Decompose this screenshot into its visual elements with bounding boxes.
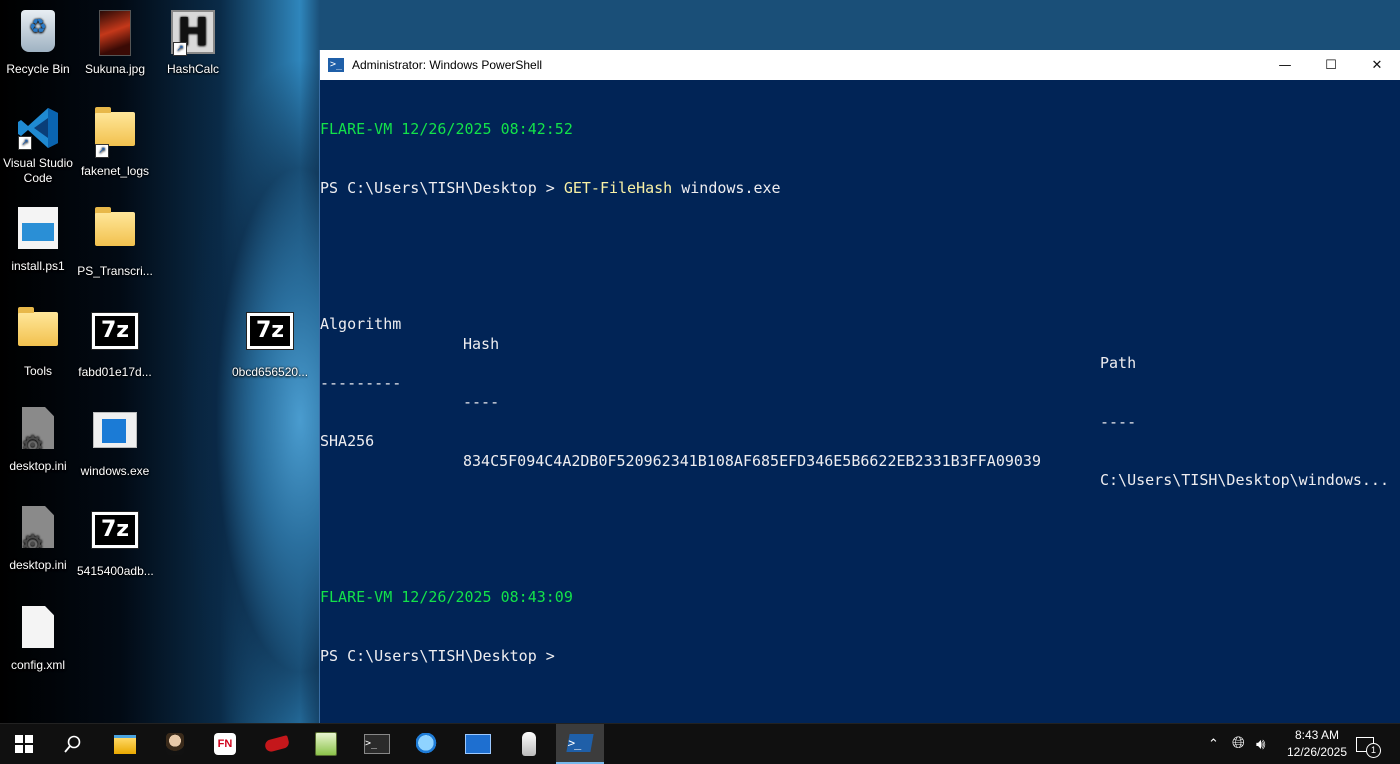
start-button[interactable] [0,724,48,764]
taskbar-gimp[interactable] [151,724,199,764]
desktop-icon-5415400adb[interactable]: 7z 5415400adb... [77,503,153,579]
table-separator-row: --------- ---- ---- [320,354,1400,431]
taskbar-search[interactable] [49,724,97,764]
7zip-archive-icon: 7z [91,511,139,549]
desktop-icon-install-ps1[interactable]: install.ps1 [0,204,76,274]
7zip-archive-icon: 7z [246,312,294,350]
header-algorithm: Algorithm [320,315,402,333]
taskbar-powershell[interactable]: >_ [556,724,604,764]
notification-icon: 1 [1356,736,1381,758]
table-header-row: Algorithm Hash Path [320,296,1400,372]
powershell-window[interactable]: >_ Administrator: Windows PowerShell — ☐… [319,50,1400,723]
action-center-button[interactable]: 1 [1356,724,1381,764]
clock-date: 12/26/2025 [1286,745,1348,759]
chevron-up-icon: ⌃ [1208,736,1219,751]
powershell-icon: >_ [328,58,344,72]
clock-time: 8:43 AM [1294,728,1340,742]
clock[interactable]: 8:43 AM 12/26/2025 [1286,727,1348,761]
shortcut-arrow-icon: ↗ [173,42,187,56]
taskbar-fakenet[interactable]: FN [201,724,249,764]
7zip-archive-icon: 7z [91,312,139,350]
prompt-path-1: PS C:\Users\TISH\Desktop > [320,178,564,197]
shortcut-arrow-icon: ↗ [95,144,109,158]
desktop-icon-fabd01e17d[interactable]: 7z fabd01e17d... [77,304,153,380]
command-argument: windows.exe [672,178,781,197]
image-file-icon [99,10,131,56]
separator-algorithm: --------- [320,373,402,392]
desktop-icon-0bcd656520[interactable]: 7z 0bcd656520... [232,304,308,380]
window-titlebar[interactable]: >_ Administrator: Windows PowerShell — ☐… [320,50,1400,80]
desktop-icon-fakenet-logs[interactable]: ↗ fakenet_logs [77,104,153,179]
notification-count-badge: 1 [1366,742,1381,758]
command-name: GET-FileHash [563,178,673,197]
taskbar: FN >_ >_ ⌃ 🌐︎ 🔊︎ 8:43 AM 12/26/2025 1 [0,723,1400,764]
desktop-icon-hashcalc[interactable]: H ↗ HashCalc [155,8,231,77]
terminal-icon: >_ [364,734,390,754]
process-monitor-icon [465,734,491,754]
cell-hash: 834C5F094C4A2DB0F520962341B108AF685EFD34… [463,451,1041,470]
recycle-bin-icon [21,10,55,52]
folder-icon [18,307,58,346]
cell-algorithm: SHA256 [320,432,375,450]
minimize-button[interactable]: — [1262,50,1308,80]
network-button[interactable]: 🌐︎ [1232,724,1245,764]
desktop-icon-config-xml[interactable]: config.xml [0,603,76,673]
file-explorer-icon [114,734,136,754]
prompt-banner-1: FLARE-VM 12/26/2025 08:42:52 [320,120,573,138]
close-button[interactable]: ✕ [1354,50,1400,80]
taskbar-chili[interactable] [253,724,301,764]
desktop-icon-ps-transcripts[interactable]: PS_Transcri... [77,204,153,279]
desktop-icon-windows-exe[interactable]: windows.exe [77,404,153,479]
speaker-icon: 🔊︎ [1256,735,1266,753]
show-hidden-icons-button[interactable]: ⌃ [1208,724,1219,764]
settings-file-icon [22,407,54,449]
prompt-banner-2: FLARE-VM 12/26/2025 08:43:09 [320,588,573,606]
taskbar-terminal[interactable]: >_ [353,724,401,764]
separator-hash: ---- [463,393,500,411]
fakenet-icon: FN [214,733,236,755]
header-hash: Hash [463,334,500,353]
exe-file-icon [93,412,137,448]
taskbar-magnifier[interactable] [403,724,451,764]
desktop-icon-desktop-ini-1[interactable]: desktop.ini [0,404,76,474]
gimp-icon [166,733,184,755]
volume-button[interactable]: 🔊︎ [1256,724,1265,764]
globe-icon: 🌐︎ [1232,735,1245,752]
powershell-icon: >_ [566,734,594,752]
command-line-2[interactable]: PS C:\Users\TISH\Desktop > [320,647,1400,667]
prompt-path-2: PS C:\Users\TISH\Desktop > [320,646,564,665]
desktop-icon-recycle-bin[interactable]: Recycle Bin [0,8,76,77]
desktop-icon-tools[interactable]: Tools [0,304,76,379]
desktop-icon-desktop-ini-2[interactable]: desktop.ini [0,503,76,573]
shortcut-arrow-icon: ↗ [18,136,32,150]
window-title: Administrator: Windows PowerShell [352,58,543,72]
command-line-1: PS C:\Users\TISH\Desktop > GET-FileHash … [320,179,1400,199]
desktop-icon-vscode[interactable]: ↗ Visual Studio Code [0,104,76,186]
maximize-button[interactable]: ☐ [1308,50,1354,80]
file-icon [22,606,54,648]
magnifier-icon [416,733,438,755]
chili-icon [263,735,291,753]
settings-file-icon [22,506,54,548]
desktop-icon-sukuna[interactable]: Sukuna.jpg [77,8,153,77]
taskbar-file-explorer[interactable] [101,724,149,764]
taskbar-notepad-plus-plus[interactable] [302,724,350,764]
notepad-plus-plus-icon [315,732,337,756]
search-icon [64,735,81,753]
folder-icon [95,207,135,246]
console-output[interactable]: FLARE-VM 12/26/2025 08:42:52 PS C:\Users… [320,80,1400,705]
folder-icon [95,107,135,146]
windows-start-icon [15,735,33,753]
table-row: SHA256 834C5F094C4A2DB0F520962341B108AF6… [320,413,1400,489]
cell-path: C:\Users\TISH\Desktop\windows... [1100,471,1389,489]
ghidra-icon [522,732,536,756]
powershell-script-icon [18,207,58,249]
taskbar-process-monitor[interactable] [454,724,502,764]
taskbar-ghidra[interactable] [505,724,553,764]
